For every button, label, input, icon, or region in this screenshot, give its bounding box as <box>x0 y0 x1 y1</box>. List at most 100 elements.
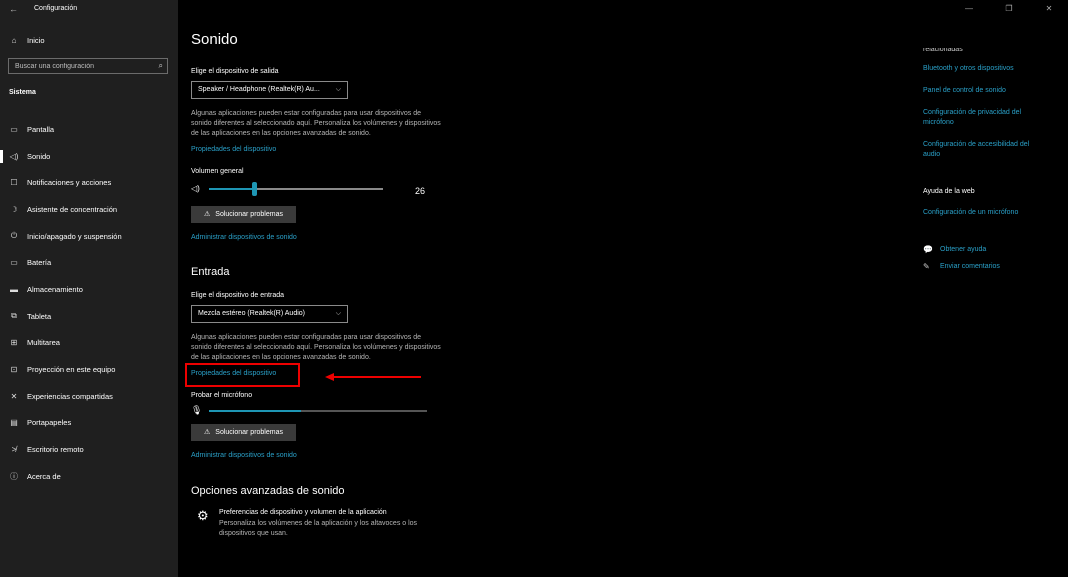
volume-slider[interactable] <box>209 182 383 196</box>
close-icon[interactable]: ✕ <box>1044 4 1054 13</box>
moon-icon: ☽ <box>10 204 18 214</box>
annotation-arrow-line <box>333 376 421 378</box>
output-properties-link[interactable]: Propiedades del dispositivo <box>191 146 276 153</box>
battery-icon: ▭ <box>10 258 18 268</box>
sidebar-item-label: Multitarea <box>27 338 60 348</box>
sidebar-item-label: Pantalla <box>27 124 55 134</box>
section-label: Sistema <box>9 89 36 96</box>
output-label: Elige el dispositivo de salida <box>191 68 279 75</box>
sidebar-item-label: Escritorio remoto <box>27 445 84 455</box>
sidebar: ⌂ Inicio ⌕ Sistema ▭ Pantalla ◁) Sonido ☐ N… <box>0 0 178 577</box>
advanced-heading: Opciones avanzadas de sonido <box>191 485 345 497</box>
back-arrow-icon[interactable]: ← <box>9 4 18 14</box>
web-help-link[interactable]: Configuración de un micrófono <box>923 208 1048 218</box>
sidebar-item-bateria[interactable]: ▭ Batería <box>0 249 178 276</box>
shared-icon: ✕ <box>10 391 18 401</box>
mic-test-label: Probar el micrófono <box>191 392 253 399</box>
sidebar-item-label: Inicio/apagado y suspensión <box>27 231 122 241</box>
sidebar-item-sonido[interactable]: ◁) Sonido <box>0 143 178 170</box>
monitor-icon: ▭ <box>10 124 18 134</box>
input-label: Elige el dispositivo de entrada <box>191 292 285 299</box>
window-controls: — ❐ ✕ <box>964 4 1054 13</box>
sidebar-item-label: Batería <box>27 258 52 268</box>
related-link-audio-accessibility[interactable]: Configuración de accesibilidad del audio <box>923 140 1048 160</box>
get-help-label: Obtener ayuda <box>940 246 987 253</box>
volume-slider-thumb[interactable] <box>252 182 258 196</box>
button-label: Solucionar problemas <box>215 211 283 218</box>
chat-help-icon: 💬 <box>923 245 933 254</box>
input-troubleshoot-button[interactable]: ⚠ Solucionar problemas <box>191 424 296 441</box>
multitask-icon: ⊞ <box>10 338 18 348</box>
output-troubleshoot-button[interactable]: ⚠ Solucionar problemas <box>191 206 296 223</box>
annotation-arrow-head <box>325 373 334 381</box>
search-icon[interactable]: ⌕ <box>159 61 163 71</box>
sidebar-item-multitarea[interactable]: ⊞ Multitarea <box>0 330 178 357</box>
volume-label: Volumen general <box>191 168 244 175</box>
search-input[interactable] <box>15 61 151 71</box>
sidebar-item-label: Proyección en este equipo <box>27 365 116 375</box>
related-link-bluetooth[interactable]: Bluetooth y otros dispositivos <box>923 64 1048 74</box>
sidebar-item-inicio-apagado[interactable]: ⏻ Inicio/apagado y suspensión <box>0 223 178 250</box>
search-box[interactable]: ⌕ <box>8 58 168 74</box>
input-manage-link[interactable]: Administrar dispositivos de sonido <box>191 452 297 459</box>
related-link-sound-panel[interactable]: Panel de control de sonido <box>923 86 1048 96</box>
volume-speaker-icon[interactable]: ◁) <box>191 184 200 193</box>
sidebar-item-proyeccion[interactable]: ⊡ Proyección en este equipo <box>0 356 178 383</box>
remote-desktop-icon: ≯ <box>11 445 17 455</box>
annotation-highlight-box <box>185 363 300 387</box>
sidebar-item-portapapeles[interactable]: ▤ Portapapeles <box>0 410 178 437</box>
info-icon: ⓘ <box>10 471 18 481</box>
advanced-item-title[interactable]: Preferencias de dispositivo y volumen de… <box>219 509 387 516</box>
related-link-mic-privacy[interactable]: Configuración de privacidad del micrófon… <box>923 108 1048 128</box>
clipboard-icon: ▤ <box>10 418 18 428</box>
input-heading: Entrada <box>191 266 230 278</box>
nav-home-label: Inicio <box>27 36 45 45</box>
title-bar: ← Configuración — ❐ ✕ <box>0 0 1068 20</box>
mic-level-fill <box>209 410 301 412</box>
sidebar-item-label: Almacenamiento <box>27 284 83 294</box>
button-label: Solucionar problemas <box>215 429 283 436</box>
tablet-icon: ⧉ <box>11 311 17 321</box>
sidebar-item-notificaciones[interactable]: ☐ Notificaciones y acciones <box>0 169 178 196</box>
feedback-row[interactable]: ✎ Enviar comentarios <box>923 262 1000 271</box>
warning-icon: ⚠ <box>204 211 211 218</box>
projection-icon: ⊡ <box>10 365 18 375</box>
storage-icon: ▬ <box>10 284 18 294</box>
get-help-row[interactable]: 💬 Obtener ayuda <box>923 245 986 254</box>
nav-home[interactable]: ⌂ Inicio <box>9 36 45 45</box>
output-manage-link[interactable]: Administrar dispositivos de sonido <box>191 234 297 241</box>
output-device-value: Speaker / Headphone (Realtek(R) Au... <box>198 86 320 93</box>
output-device-select[interactable]: Speaker / Headphone (Realtek(R) Au... ⌵ <box>191 81 348 99</box>
sidebar-item-label: Notificaciones y acciones <box>27 178 112 188</box>
page-title: Sonido <box>191 31 238 48</box>
power-icon: ⏻ <box>10 231 18 241</box>
nav-list: ▭ Pantalla ◁) Sonido ☐ Notificaciones y acc… <box>0 116 178 490</box>
sidebar-item-acerca-de[interactable]: ⓘ Acerca de <box>0 463 178 490</box>
feedback-icon: ✎ <box>923 262 930 271</box>
sidebar-item-label: Asistente de concentración <box>27 204 118 214</box>
sidebar-item-label: Portapapeles <box>27 418 72 428</box>
sidebar-item-asistente[interactable]: ☽ Asistente de concentración <box>0 196 178 223</box>
window-title: Configuración <box>34 5 78 12</box>
sidebar-item-almacenamiento[interactable]: ▬ Almacenamiento <box>0 276 178 303</box>
sidebar-item-label: Tableta <box>27 311 52 321</box>
microphone-icon: 🎙 <box>191 405 203 415</box>
sidebar-item-escritorio-remoto[interactable]: ≯ Escritorio remoto <box>0 436 178 463</box>
speaker-icon: ◁) <box>9 151 19 161</box>
notifications-icon: ☐ <box>10 178 18 188</box>
warning-icon: ⚠ <box>204 429 211 436</box>
maximize-icon[interactable]: ❐ <box>1004 4 1014 13</box>
home-icon: ⌂ <box>11 36 17 45</box>
input-device-select[interactable]: Mezcla estéreo (Realtek(R) Audio) ⌵ <box>191 305 348 323</box>
sidebar-item-pantalla[interactable]: ▭ Pantalla <box>0 116 178 143</box>
mic-level-bar <box>209 410 427 412</box>
sliders-icon: ⚙ <box>197 508 209 523</box>
sidebar-item-tableta[interactable]: ⧉ Tableta <box>0 303 178 330</box>
sidebar-item-label: Experiencias compartidas <box>27 391 113 401</box>
input-description: Algunas aplicaciones pueden estar config… <box>191 334 441 361</box>
minimize-icon[interactable]: — <box>964 4 974 13</box>
input-device-value: Mezcla estéreo (Realtek(R) Audio) <box>198 310 305 317</box>
advanced-item-desc: Personaliza los volúmenes de la aplicaci… <box>219 520 418 537</box>
volume-slider-fill <box>209 188 255 190</box>
sidebar-item-experiencias[interactable]: ✕ Experiencias compartidas <box>0 383 178 410</box>
